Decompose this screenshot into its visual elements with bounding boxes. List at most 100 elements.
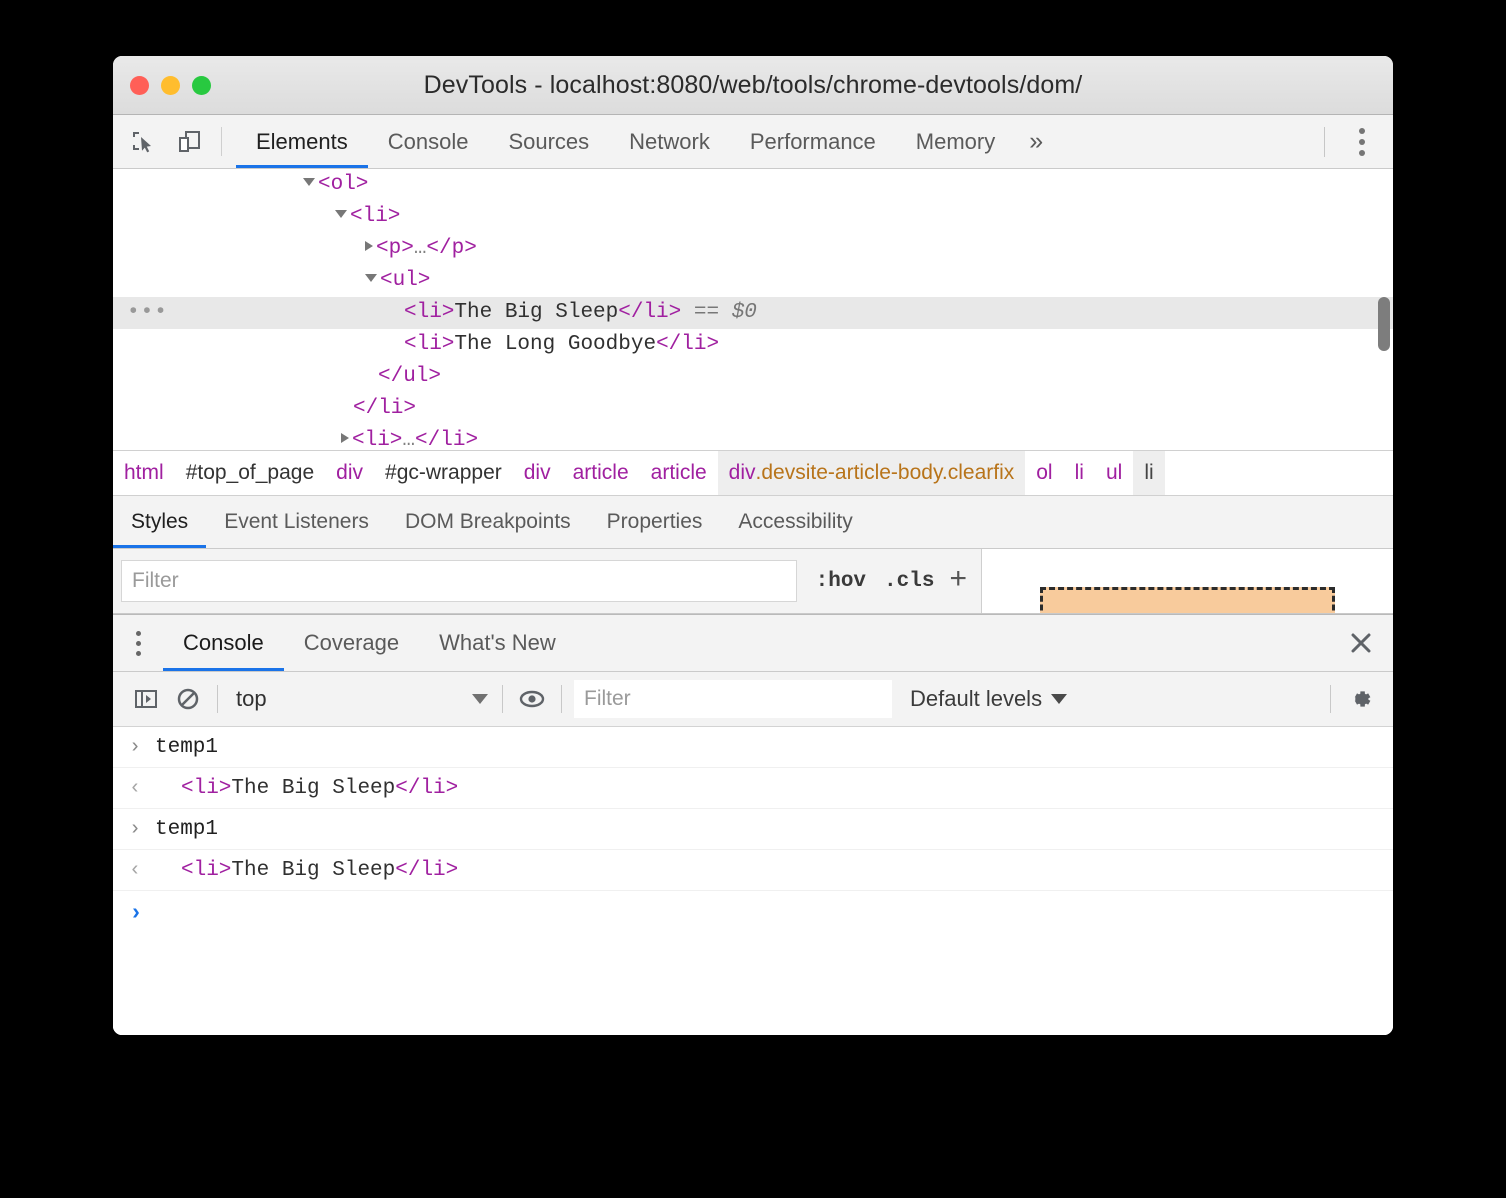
breadcrumb-item-ol[interactable]: ol: [1025, 451, 1063, 495]
zoom-window-button[interactable]: [192, 75, 211, 95]
breadcrumb-item-li[interactable]: li: [1064, 451, 1095, 495]
tab-properties[interactable]: Properties: [589, 496, 721, 548]
tab-event-listeners[interactable]: Event Listeners: [206, 496, 387, 548]
drawer-tab-whats-new[interactable]: What's New: [419, 615, 576, 671]
console-filter-input[interactable]: Filter: [574, 680, 892, 718]
dom-row-refv: $0: [731, 301, 757, 324]
tab-network[interactable]: Network: [609, 115, 730, 168]
expand-triangle-icon[interactable]: [365, 241, 373, 252]
console-message-text: <li>The Big Sleep</li>: [155, 859, 458, 882]
collapse-triangle-icon[interactable]: [303, 178, 315, 187]
collapse-triangle-icon[interactable]: [335, 210, 347, 219]
breadcrumb-item-article[interactable]: article: [640, 451, 718, 495]
drawer: Console Coverage What's New top Filter D…: [113, 614, 1393, 1035]
drawer-tab-coverage[interactable]: Coverage: [284, 615, 419, 671]
console-tag: </li>: [395, 776, 459, 800]
breadcrumb-item-div[interactable]: div: [325, 451, 374, 495]
close-icon[interactable]: [1329, 615, 1393, 671]
settings-gear-icon[interactable]: [1339, 680, 1381, 718]
breadcrumb-item-gcwrapper[interactable]: #gc-wrapper: [374, 451, 513, 495]
dom-row-tag: </p>: [426, 237, 477, 260]
toggle-element-state-button[interactable]: :hov: [807, 570, 875, 593]
dom-tree-row[interactable]: <li>: [113, 201, 1393, 233]
dom-row-tag: <p>: [376, 237, 414, 260]
dom-row-ellipsis-icon[interactable]: •••: [127, 297, 168, 329]
panel-tabs: Elements Console Sources Network Perform…: [236, 115, 1057, 168]
minimize-window-button[interactable]: [161, 75, 180, 95]
dom-row-tag: </li>: [415, 429, 479, 450]
log-levels-selector[interactable]: Default levels: [910, 686, 1068, 712]
console-toolbar-divider-1: [217, 685, 218, 713]
console-toolbar-divider-4: [1330, 685, 1331, 713]
more-tabs-chevron-icon[interactable]: »: [1015, 115, 1057, 168]
log-levels-label: Default levels: [910, 686, 1043, 711]
dom-tree-row[interactable]: </ul>: [113, 361, 1393, 393]
dom-tree-row[interactable]: ••• <li>The Big Sleep</li> == $0: [113, 297, 1393, 329]
new-style-rule-button[interactable]: +: [943, 562, 973, 596]
breadcrumb-item-html[interactable]: html: [113, 451, 175, 495]
console-tag: </li>: [395, 858, 459, 882]
console-message-text: temp1: [155, 735, 219, 759]
console-toolbar-right: [1322, 680, 1381, 718]
tab-sources[interactable]: Sources: [488, 115, 609, 168]
console-prompt[interactable]: ›: [113, 891, 1393, 935]
live-expression-icon[interactable]: [511, 680, 553, 718]
execution-context-label: top: [236, 686, 267, 711]
expand-triangle-icon[interactable]: [341, 433, 349, 444]
clear-console-icon[interactable]: [167, 680, 209, 718]
breadcrumb-classes: .devsite-article-body.clearfix: [755, 461, 1015, 484]
console-prompt-glyph: ›: [129, 900, 143, 926]
dom-row-tag: <li>: [350, 205, 401, 228]
tab-dom-breakpoints[interactable]: DOM Breakpoints: [387, 496, 589, 548]
tab-memory[interactable]: Memory: [896, 115, 1015, 168]
tab-console[interactable]: Console: [368, 115, 489, 168]
console-input-arrow-icon: ›: [129, 817, 142, 841]
breadcrumb-item-ul[interactable]: ul: [1095, 451, 1133, 495]
tab-elements[interactable]: Elements: [236, 115, 368, 168]
dom-row-tag: </li>: [618, 301, 682, 324]
styles-filter-row: Filter :hov .cls +: [113, 549, 1387, 613]
execution-context-selector[interactable]: top: [226, 686, 494, 712]
breadcrumb-item-article[interactable]: article: [562, 451, 640, 495]
window-controls: [130, 56, 211, 114]
dom-tree-row[interactable]: </li>: [113, 393, 1393, 425]
window-titlebar: DevTools - localhost:8080/web/tools/chro…: [113, 56, 1393, 115]
tab-styles[interactable]: Styles: [113, 496, 207, 548]
console-output-row: ‹ <li>The Big Sleep</li>: [113, 850, 1393, 891]
console-sidebar-icon[interactable]: [125, 680, 167, 718]
console-output-row: ‹ <li>The Big Sleep</li>: [113, 768, 1393, 809]
devtools-window: DevTools - localhost:8080/web/tools/chro…: [113, 56, 1393, 1035]
breadcrumb-item-li[interactable]: li: [1133, 451, 1165, 495]
dom-tree-row[interactable]: <li>The Long Goodbye</li>: [113, 329, 1393, 361]
drawer-tab-console[interactable]: Console: [163, 615, 284, 671]
dom-row-tag: <ul>: [380, 269, 431, 292]
breadcrumb-tag: div: [728, 461, 756, 484]
device-toolbar-icon[interactable]: [173, 125, 207, 159]
dom-row-tag: <li>: [404, 333, 455, 356]
inspect-element-icon[interactable]: [127, 125, 161, 159]
dom-tree-scrollbar[interactable]: [1378, 297, 1390, 351]
devtools-main-toolbar: Elements Console Sources Network Perform…: [113, 115, 1393, 169]
dom-row-dots: …: [413, 237, 427, 260]
close-window-button[interactable]: [130, 75, 149, 95]
styles-filter-input[interactable]: Filter: [121, 560, 797, 602]
dom-tree-panel[interactable]: <ol> <li> <p>…</p> <ul> ••• <li>The Big Sleep…: [113, 169, 1393, 450]
elements-sidebar-tabs: Styles Event Listeners DOM Breakpoints P…: [113, 496, 1393, 549]
console-message-list[interactable]: › temp1 ‹ <li>The Big Sleep</li> › temp1 ‹ <li>…: [113, 727, 1393, 1035]
tab-accessibility[interactable]: Accessibility: [720, 496, 870, 548]
more-tools-icon[interactable]: [113, 615, 163, 671]
dom-tree-row[interactable]: <li>…</li>: [113, 425, 1393, 450]
dom-tree-row[interactable]: <ol>: [113, 169, 1393, 201]
collapse-triangle-icon[interactable]: [365, 274, 377, 283]
console-output-arrow-icon: ‹: [129, 776, 142, 800]
computed-box-model-area: [982, 549, 1393, 613]
breadcrumb-item-div[interactable]: div: [513, 451, 562, 495]
dom-tree-row[interactable]: <p>…</p>: [113, 233, 1393, 265]
more-options-icon[interactable]: [1347, 125, 1377, 159]
breadcrumb-item-topofpage[interactable]: #top_of_page: [175, 451, 325, 495]
tab-performance[interactable]: Performance: [730, 115, 896, 168]
box-model-diagram: [1040, 587, 1335, 613]
dom-tree-row[interactable]: <ul>: [113, 265, 1393, 297]
breadcrumb-item-selected-ancestor[interactable]: div .devsite-article-body.clearfix: [717, 451, 1026, 495]
element-classes-button[interactable]: .cls: [875, 570, 943, 593]
